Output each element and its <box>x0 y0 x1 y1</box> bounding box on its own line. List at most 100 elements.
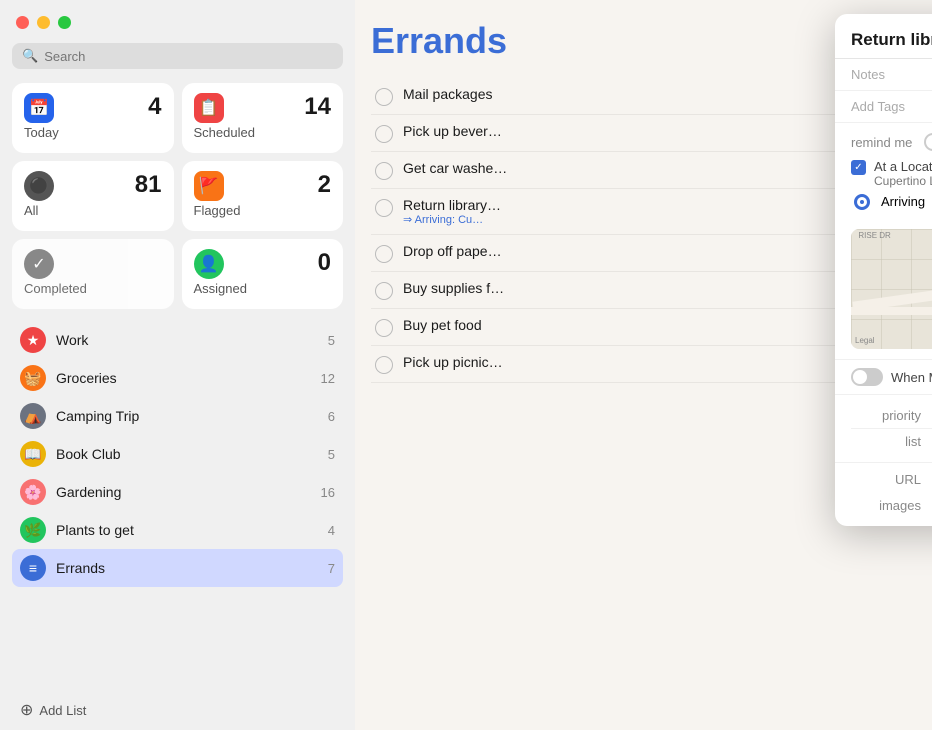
at-location-label: At a Location <box>874 159 932 174</box>
assigned-label: Assigned <box>194 281 332 296</box>
task-checkbox[interactable] <box>375 88 393 106</box>
images-row: images ⊕ + Add Image… <box>851 492 932 518</box>
task-checkbox[interactable] <box>375 319 393 337</box>
work-icon: ★ <box>20 327 46 353</box>
task-checkbox[interactable] <box>375 282 393 300</box>
remind-me-label: remind me <box>851 135 912 150</box>
errands-count: 7 <box>328 561 335 576</box>
smart-tile-completed[interactable]: ✓ Completed <box>12 239 174 309</box>
detail-title: Return library books <box>851 30 932 50</box>
scheduled-count: 14 <box>304 93 331 121</box>
flagged-icon: 🚩 <box>194 171 224 201</box>
list-item-bookclub[interactable]: 📖 Book Club 5 <box>12 435 343 473</box>
flagged-count: 2 <box>318 171 331 199</box>
user-lists: ★ Work 5 🧺 Groceries 12 ⛺ Camping Trip 6… <box>12 321 343 690</box>
plants-icon: 🌿 <box>20 517 46 543</box>
tags-placeholder: Add Tags <box>851 99 905 114</box>
work-label: Work <box>56 332 328 348</box>
images-label: images <box>851 498 921 513</box>
today-icon: 📅 <box>24 93 54 123</box>
task-checkbox[interactable] <box>375 356 393 374</box>
camping-count: 6 <box>328 409 335 424</box>
smart-tile-today[interactable]: 📅 4 Today <box>12 83 174 153</box>
groceries-icon: 🧺 <box>20 365 46 391</box>
reminders-section: remind me On a Day ✓ At a Location Cuper… <box>835 123 932 229</box>
at-location-checkbox[interactable]: ✓ <box>851 160 866 175</box>
search-box[interactable]: 🔍 <box>12 43 343 69</box>
minimize-button[interactable] <box>37 16 50 29</box>
list-item-plants[interactable]: 🌿 Plants to get 4 <box>12 511 343 549</box>
camping-label: Camping Trip <box>56 408 328 424</box>
bookclub-count: 5 <box>328 447 335 462</box>
at-location-row: ✓ At a Location Cupertino Library <box>851 159 932 188</box>
camping-icon: ⛺ <box>20 403 46 429</box>
gardening-count: 16 <box>321 485 335 500</box>
notes-placeholder: Notes <box>851 67 885 82</box>
assigned-icon: 👤 <box>194 249 224 279</box>
arriving-label: Arriving <box>881 194 925 209</box>
tags-field[interactable]: Add Tags <box>835 91 932 123</box>
map-legal: Legal <box>855 336 875 345</box>
close-button[interactable] <box>16 16 29 29</box>
road-h2 <box>851 307 932 315</box>
errands-icon: ≡ <box>20 555 46 581</box>
smart-tile-flagged[interactable]: 🚩 2 Flagged <box>182 161 344 231</box>
all-icon: ⚫ <box>24 171 54 201</box>
messaging-label: When Messaging a Person <box>891 370 932 385</box>
list-item-camping[interactable]: ⛺ Camping Trip 6 <box>12 397 343 435</box>
add-list-icon: ⊕ <box>20 700 33 720</box>
scheduled-icon: 📋 <box>194 93 224 123</box>
url-row: URL None <box>851 467 932 492</box>
task-checkbox[interactable] <box>375 199 393 217</box>
add-list-label: Add List <box>39 703 86 718</box>
bookclub-icon: 📖 <box>20 441 46 467</box>
sidebar: 🔍 📅 4 Today 📋 14 Scheduled ⚫ 81 All <box>0 0 355 730</box>
all-label: All <box>24 203 162 218</box>
notes-field[interactable]: Notes <box>835 59 932 91</box>
remind-me-row: remind me On a Day <box>851 133 932 151</box>
groceries-count: 12 <box>321 371 335 386</box>
search-input[interactable] <box>44 49 333 64</box>
groceries-label: Groceries <box>56 370 321 386</box>
detail-panel: Return library books 🚩 Notes Add Tags re… <box>835 14 932 526</box>
messaging-toggle[interactable] <box>851 368 883 386</box>
add-list-button[interactable]: ⊕ Add List <box>12 690 343 730</box>
messaging-row: When Messaging a Person <box>835 359 932 394</box>
gardening-icon: 🌸 <box>20 479 46 505</box>
priority-row: priority None <box>851 403 932 428</box>
today-label: Today <box>24 125 162 140</box>
url-images-section: URL None images ⊕ + Add Image… <box>835 462 932 526</box>
smart-tile-scheduled[interactable]: 📋 14 Scheduled <box>182 83 344 153</box>
road-label-6: RISE DR <box>858 231 890 240</box>
fullscreen-button[interactable] <box>58 16 71 29</box>
traffic-lights <box>12 16 343 29</box>
all-count: 81 <box>135 171 162 199</box>
list-item-errands[interactable]: ≡ Errands 7 <box>12 549 343 587</box>
task-checkbox[interactable] <box>375 125 393 143</box>
smart-tile-all[interactable]: ⚫ 81 All <box>12 161 174 231</box>
arriving-radio[interactable] <box>855 195 869 209</box>
page-title: Errands <box>371 20 507 62</box>
errands-label: Errands <box>56 560 328 576</box>
task-checkbox[interactable] <box>375 162 393 180</box>
today-count: 4 <box>148 93 161 121</box>
url-label: URL <box>851 472 921 487</box>
task-checkbox[interactable] <box>375 245 393 263</box>
bookclub-label: Book Club <box>56 446 328 462</box>
scheduled-label: Scheduled <box>194 125 332 140</box>
plants-label: Plants to get <box>56 522 328 538</box>
list-item-gardening[interactable]: 🌸 Gardening 16 <box>12 473 343 511</box>
gardening-label: Gardening <box>56 484 321 500</box>
list-item-groceries[interactable]: 🧺 Groceries 12 <box>12 359 343 397</box>
smart-lists-grid: 📅 4 Today 📋 14 Scheduled ⚫ 81 All 🚩 <box>12 83 343 309</box>
on-a-day-toggle[interactable] <box>924 133 932 151</box>
priority-label: priority <box>851 408 921 423</box>
detail-header: Return library books 🚩 <box>835 14 932 59</box>
location-name: Cupertino Library <box>874 174 932 188</box>
arrive-leave-row: Arriving Leaving <box>851 194 932 209</box>
plants-count: 4 <box>328 523 335 538</box>
smart-tile-assigned[interactable]: 👤 0 Assigned <box>182 239 344 309</box>
list-row: list Errands <box>851 428 932 454</box>
list-item-work[interactable]: ★ Work 5 <box>12 321 343 359</box>
map-grid <box>851 229 932 349</box>
